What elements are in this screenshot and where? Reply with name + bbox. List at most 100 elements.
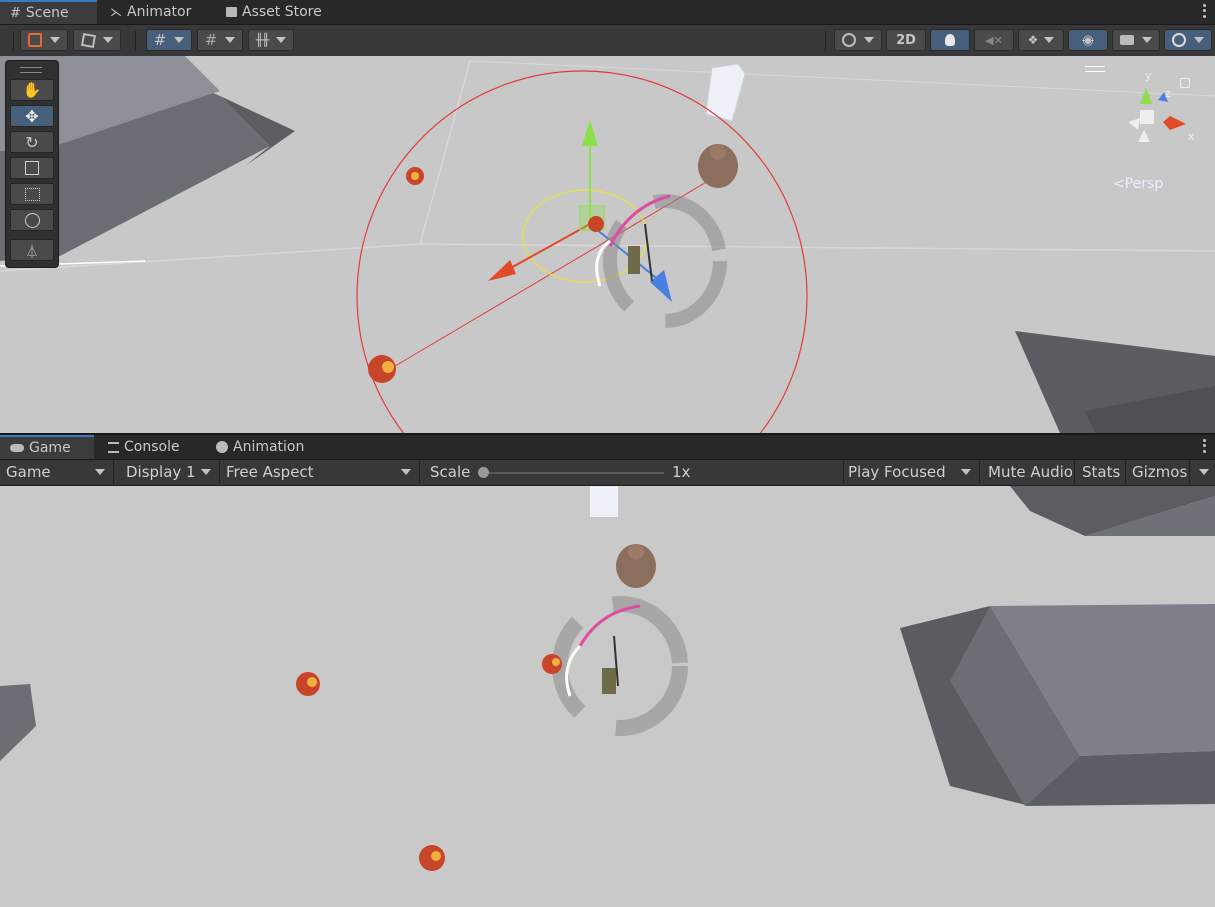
custom-tool-button[interactable]: ⏃ (10, 239, 54, 261)
tab-animator-label: Animator (127, 4, 192, 20)
game-toolbar: Game Display 1 Free Aspect Scale 1x Play… (0, 460, 1215, 486)
tab-animator[interactable]: ⋋ Animator (100, 0, 210, 24)
clock-icon (216, 441, 228, 453)
animator-icon: ⋋ (110, 5, 122, 19)
transform-tool-button[interactable] (10, 209, 54, 231)
game-render (0, 486, 1215, 907)
play-mode-dropdown[interactable]: Play Focused (842, 460, 980, 484)
scale-slider-thumb[interactable] (478, 467, 489, 478)
scale-value: 1x (672, 463, 691, 481)
gizmo-y-label: y (1145, 69, 1152, 82)
brute-head (710, 144, 726, 160)
scene-tab-bar: # Scene ⋋ Animator Asset Store (0, 0, 1215, 25)
view-select-dropdown[interactable]: Game (0, 460, 114, 484)
mute-audio-toggle[interactable]: Mute Audio (982, 460, 1075, 484)
scene-more-menu-icon[interactable] (1201, 3, 1207, 19)
cube-icon (80, 32, 96, 48)
play-mode-value: Play Focused (848, 463, 946, 481)
view-select-value: Game (6, 463, 51, 481)
scale-slider-track[interactable] (482, 472, 664, 474)
tab-scene[interactable]: # Scene (0, 0, 97, 24)
rect-tool-button[interactable] (10, 183, 54, 205)
display-select-dropdown[interactable]: Display 1 (120, 460, 220, 484)
ruler-snap-dropdown[interactable]: ╫╫ (248, 29, 294, 51)
console-icon (108, 441, 119, 453)
scale-tool-button[interactable] (10, 157, 54, 179)
scene-toolbar: # # ╫╫ 2D ◀✕ ❖ ◉ (0, 25, 1215, 57)
hand-icon: ✋ (22, 81, 42, 99)
gizmos-label: Gizmos (1132, 463, 1188, 481)
hero-character (602, 668, 616, 694)
persp-label: Persp (1124, 176, 1164, 192)
hero-character (628, 246, 640, 274)
display-select-value: Display 1 (126, 463, 196, 481)
scene-tools-panel: ✋ ✥ ↻ ⏃ (5, 60, 59, 268)
transform-icon (24, 212, 40, 228)
audio-toggle-button[interactable]: ◀✕ (974, 29, 1014, 51)
gizmos-toggle[interactable]: Gizmos (1126, 460, 1190, 484)
layers-icon: ❖ (1027, 33, 1039, 47)
lighting-toggle-button[interactable] (930, 29, 970, 51)
orientation-gizmo[interactable] (1108, 70, 1203, 160)
gizmo-globe-icon (1172, 33, 1186, 47)
draw-mode-dropdown[interactable] (20, 29, 68, 51)
gizmo-z-label: z (1165, 87, 1171, 100)
tab-console[interactable]: Console (98, 435, 198, 459)
scene-viewport[interactable]: ✋ ✥ ↻ ⏃ y z x <Persp (0, 56, 1215, 433)
grid-icon: # (10, 5, 21, 21)
scale-label: Scale (430, 463, 471, 481)
tab-scene-label: Scene (25, 5, 69, 21)
game-viewport[interactable] (0, 486, 1215, 907)
scale-control: Scale 1x (424, 460, 844, 484)
rotate-tool-button[interactable]: ↻ (10, 131, 54, 153)
gizmo-x-label: x (1188, 130, 1195, 143)
aspect-select-dropdown[interactable]: Free Aspect (220, 460, 420, 484)
gamepad-icon (10, 444, 24, 452)
store-icon (226, 7, 237, 17)
sphere-icon (842, 33, 856, 47)
brute-head (628, 544, 644, 560)
tab-game[interactable]: Game (0, 435, 94, 459)
hand-tool-button[interactable]: ✋ (10, 79, 54, 101)
grid-snap-dropdown[interactable]: # (146, 29, 192, 51)
tab-animation[interactable]: Animation (206, 435, 326, 459)
camera-settings-dropdown[interactable] (1112, 29, 1160, 51)
drag-handle-icon[interactable] (20, 67, 42, 73)
projection-toggle[interactable]: <Persp (1113, 176, 1163, 192)
rect-transform-icon (24, 187, 40, 201)
render-mode-dropdown[interactable] (73, 29, 121, 51)
tab-game-label: Game (29, 440, 71, 456)
eye-hidden-icon: ◉ (1082, 32, 1094, 48)
tab-animation-label: Animation (233, 439, 305, 455)
scene-render (0, 56, 1215, 433)
scene-view-shading-dropdown[interactable] (834, 29, 882, 51)
effects-dropdown[interactable]: ❖ (1018, 29, 1064, 51)
toggle-2d-button[interactable]: 2D (886, 29, 926, 51)
gizmo-menu-icon[interactable] (1085, 66, 1105, 72)
scale-icon (25, 161, 39, 175)
gizmos-menu-dropdown[interactable] (1190, 460, 1215, 484)
stats-toggle[interactable]: Stats (1076, 460, 1126, 484)
move-arrows-icon: ✥ (25, 106, 39, 126)
rotate-icon: ↻ (25, 132, 39, 152)
move-tool-button[interactable]: ✥ (10, 105, 54, 127)
tab-console-label: Console (124, 439, 180, 455)
lightbulb-icon (945, 34, 955, 46)
grid-snap-icon: # (153, 31, 167, 49)
aspect-select-value: Free Aspect (226, 463, 314, 481)
stats-label: Stats (1082, 463, 1121, 481)
white-pillar (590, 486, 618, 517)
draw-mode-icon (28, 33, 42, 47)
magnet-grid-icon: # (204, 31, 218, 49)
ruler-icon: ╫╫ (255, 33, 269, 47)
game-more-menu-icon[interactable] (1201, 438, 1207, 454)
mute-speaker-icon: ◀✕ (985, 33, 1003, 47)
custom-tool-icon: ⏃ (25, 244, 39, 260)
tab-asset-store-label: Asset Store (242, 4, 322, 20)
fire-enemy (588, 216, 604, 232)
gizmos-dropdown[interactable] (1164, 29, 1212, 51)
tab-asset-store[interactable]: Asset Store (216, 0, 346, 24)
increment-snap-dropdown[interactable]: # (197, 29, 243, 51)
mute-audio-label: Mute Audio (988, 463, 1073, 481)
scene-visibility-toggle[interactable]: ◉ (1068, 29, 1108, 51)
